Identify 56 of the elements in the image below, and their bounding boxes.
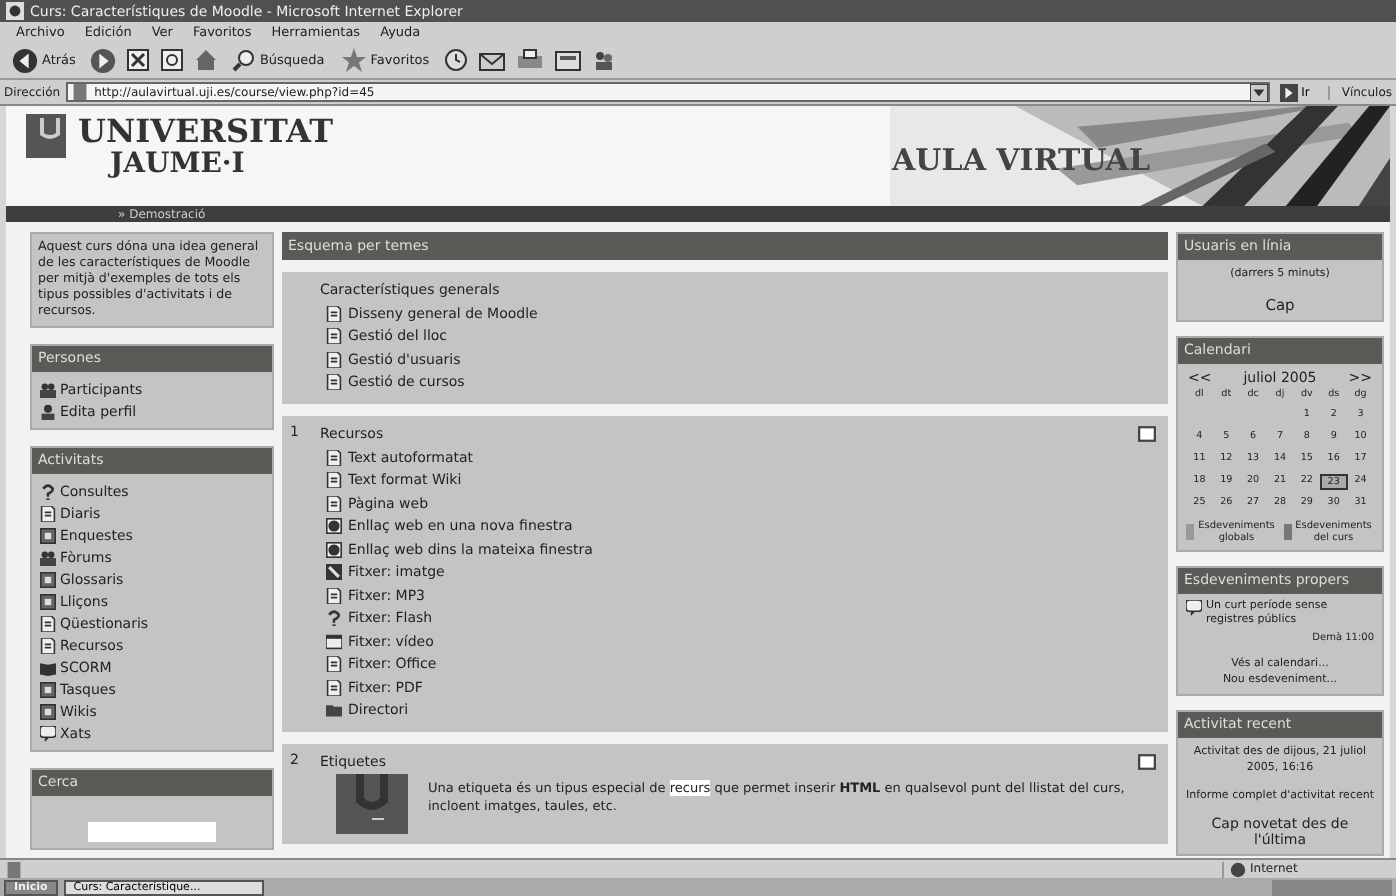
document-icon: [40, 505, 56, 521]
document-icon: [326, 351, 342, 368]
edit-icon[interactable]: [553, 48, 582, 72]
site-title: AULA VIRTUAL: [892, 142, 1150, 178]
speech-bubble-icon: [1186, 600, 1202, 616]
square-icon: [40, 593, 56, 609]
star-icon: [342, 48, 367, 72]
document-icon: [326, 587, 342, 604]
document-icon: [326, 656, 342, 673]
document-icon: [326, 374, 342, 391]
document-icon: [40, 615, 56, 631]
folder-icon: [326, 702, 342, 719]
globe-icon: [326, 541, 342, 558]
document-icon: [326, 305, 342, 322]
search-field[interactable]: [88, 822, 216, 842]
people-icon: [40, 381, 56, 397]
page-icon: [6, 861, 22, 877]
search-icon: [231, 48, 256, 72]
university-name: UNIVERSITAT: [78, 114, 333, 148]
globe-icon: [326, 518, 342, 535]
square-icon: [40, 703, 56, 719]
speech-bubble-icon: [40, 725, 56, 741]
globe-icon: [1230, 861, 1246, 877]
browser-icon: [6, 2, 24, 20]
person-icon: [40, 403, 56, 419]
book-icon: [40, 659, 56, 675]
highlight-toggle-icon[interactable]: [1138, 426, 1156, 442]
document-icon: [326, 679, 342, 696]
arrow-icon: [1279, 83, 1298, 101]
document-icon: [326, 472, 342, 489]
print-icon[interactable]: [515, 48, 544, 72]
square-icon: [40, 681, 56, 697]
question-mark-icon: [326, 610, 342, 627]
document-icon: [326, 495, 342, 512]
film-icon: [326, 633, 342, 650]
square-icon: [40, 527, 56, 543]
messenger-icon[interactable]: [591, 48, 616, 72]
document-icon: [326, 328, 342, 345]
square-icon: [40, 571, 56, 587]
people-icon: [40, 549, 56, 565]
document-icon: [40, 637, 56, 653]
legend-swatch-icon: [1186, 524, 1194, 540]
logo-icon: [26, 114, 66, 158]
page-icon: [72, 84, 89, 100]
university-name: JAUME·I: [106, 148, 247, 182]
highlight-toggle-icon[interactable]: [1138, 754, 1156, 770]
image-icon: [326, 564, 342, 581]
dropdown-icon[interactable]: [1249, 83, 1268, 101]
question-mark-icon: [40, 483, 56, 499]
home-icon[interactable]: [193, 48, 218, 72]
refresh-icon[interactable]: [159, 48, 184, 72]
legend-swatch-icon: [1283, 524, 1291, 540]
mail-icon[interactable]: [477, 48, 506, 72]
history-icon[interactable]: [443, 48, 468, 72]
document-icon: [326, 449, 342, 466]
stop-icon[interactable]: [125, 48, 150, 72]
